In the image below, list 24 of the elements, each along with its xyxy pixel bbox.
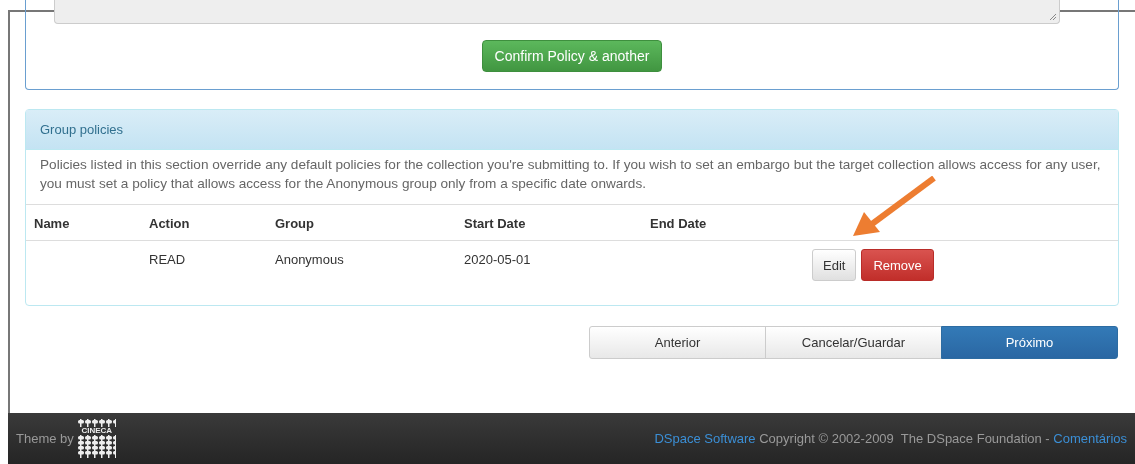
feedback-link[interactable]: Comentários bbox=[1053, 431, 1127, 446]
column-header: Group bbox=[267, 205, 456, 241]
column-header: Name bbox=[26, 205, 141, 241]
logo-text: CINECA bbox=[81, 427, 113, 435]
software-link[interactable]: DSpace Software bbox=[654, 431, 756, 446]
column-header: Action bbox=[141, 205, 267, 241]
edit-button[interactable]: Edit bbox=[812, 249, 857, 281]
resize-grip-icon[interactable] bbox=[1049, 13, 1057, 21]
confirm-policy-button[interactable]: Confirm Policy & another bbox=[481, 40, 663, 72]
table-cell-text: 2020-05-01 bbox=[463, 251, 532, 269]
abacus-icon bbox=[77, 419, 116, 427]
panel-title: Group policies bbox=[26, 110, 1118, 150]
table-cell-text: READ bbox=[148, 251, 187, 269]
column-header: End Date bbox=[642, 205, 782, 241]
nav-button[interactable]: Cancelar/Guardar bbox=[765, 326, 942, 359]
nav-button[interactable]: Próximo bbox=[941, 326, 1118, 359]
panel-description: Policies listed in this section override any default policies for the collection you're submitting to. If you wish to set an embargo but the target collection allows access for any user, you must set a policy that allows access for the Anonymous group only from a specific date onwards. bbox=[26, 150, 1118, 205]
remove-button[interactable]: Remove bbox=[861, 249, 934, 281]
theme-credit: Theme by bbox=[16, 431, 74, 446]
abacus-icon bbox=[77, 435, 116, 458]
copyright-text: Copyright © 2002-2009 The DSpace Foundation - bbox=[758, 431, 1051, 446]
table-cell-text: Anonymous bbox=[274, 251, 345, 269]
column-header: Start Date bbox=[456, 205, 642, 241]
nav-button[interactable]: Anterior bbox=[589, 326, 766, 359]
